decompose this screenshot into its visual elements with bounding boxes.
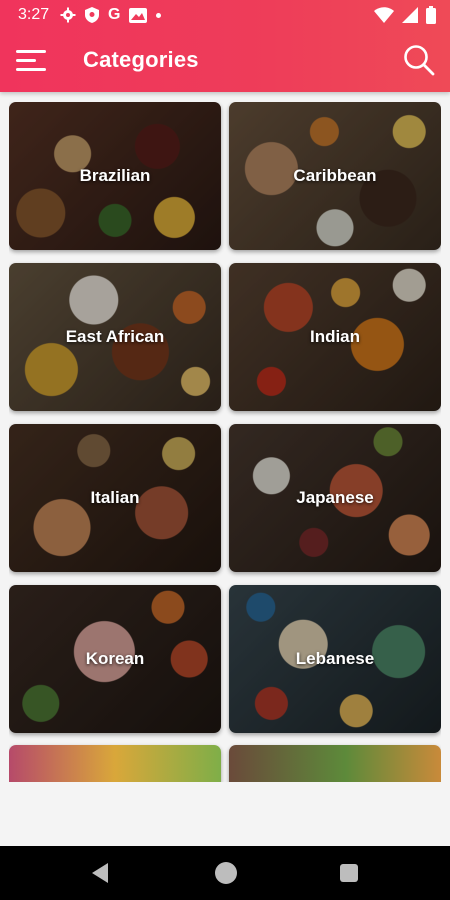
category-image: [229, 745, 441, 782]
category-label: Lebanese: [295, 649, 375, 668]
status-time: 3:27: [18, 6, 50, 23]
status-icons-right: [374, 5, 436, 25]
category-label: Japanese: [296, 488, 374, 507]
category-grid: Brazilian Caribbean East African Indian …: [9, 102, 441, 782]
category-label: Indian: [309, 327, 361, 346]
shield-icon: [85, 7, 99, 23]
category-label: Brazilian: [79, 166, 151, 185]
category-image: [9, 745, 221, 782]
recents-icon[interactable]: [340, 864, 358, 882]
category-card-korean[interactable]: Korean: [9, 585, 221, 733]
category-label: East African: [65, 327, 165, 346]
gear-icon: [60, 7, 76, 23]
wifi-icon: [374, 7, 394, 23]
navigation-bar: [0, 846, 450, 900]
status-icons-left: G: [60, 6, 162, 24]
status-bar: 3:27 G: [0, 0, 450, 30]
signal-icon: [402, 7, 418, 23]
category-label: Caribbean: [293, 166, 377, 185]
category-card-lebanese[interactable]: Lebanese: [229, 585, 441, 733]
page-title: Categories: [83, 47, 199, 72]
image-icon: [129, 7, 148, 23]
battery-icon: [426, 6, 436, 24]
back-icon[interactable]: [88, 861, 112, 885]
notification-dot-icon: [156, 12, 162, 18]
app-bar: Categories: [0, 30, 450, 92]
category-card-partial[interactable]: [9, 745, 221, 782]
home-icon[interactable]: [215, 862, 237, 884]
search-icon[interactable]: [402, 43, 436, 77]
screen: 3:27 G Categories Brazilian Caribbean Ea…: [0, 0, 450, 900]
category-card-indian[interactable]: Indian: [229, 263, 441, 411]
hamburger-menu-icon[interactable]: [16, 48, 48, 74]
category-label: Korean: [85, 649, 145, 668]
header: 3:27 G Categories: [0, 0, 450, 92]
category-card-caribbean[interactable]: Caribbean: [229, 102, 441, 250]
category-card-brazilian[interactable]: Brazilian: [9, 102, 221, 250]
google-g-icon: G: [108, 6, 121, 23]
category-label: Italian: [90, 488, 140, 507]
category-card-italian[interactable]: Italian: [9, 424, 221, 572]
category-card-east-african[interactable]: East African: [9, 263, 221, 411]
category-card-japanese[interactable]: Japanese: [229, 424, 441, 572]
category-card-partial[interactable]: [229, 745, 441, 782]
